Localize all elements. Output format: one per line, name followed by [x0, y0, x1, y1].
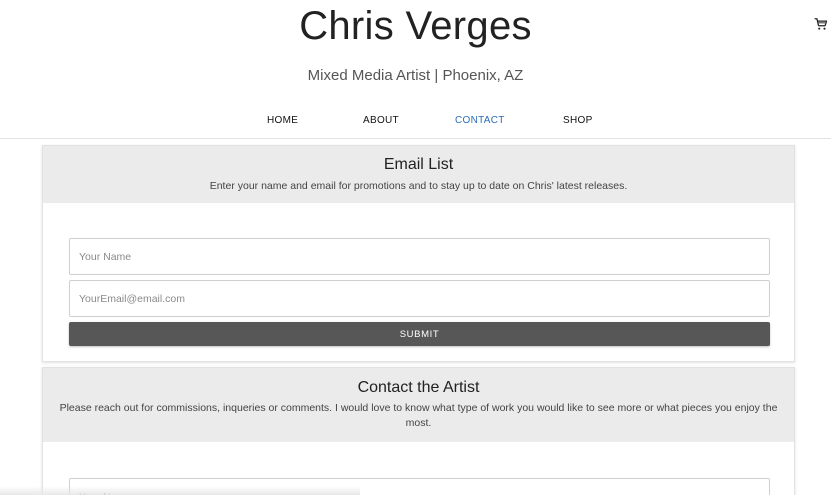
email-list-title: Email List — [383, 156, 454, 173]
nav-shop[interactable]: SHOP — [563, 115, 593, 126]
submit-button[interactable]: SUBMIT — [69, 322, 770, 346]
site-title[interactable]: Chris Verges — [0, 4, 831, 49]
email-input[interactable] — [69, 280, 770, 317]
nav-contact[interactable]: CONTACT — [455, 115, 505, 126]
contact-description: Please reach out for commissions, inquer… — [59, 402, 778, 429]
name-input[interactable] — [69, 238, 770, 275]
main-nav: HOME ABOUT CONTACT SHOP — [0, 115, 831, 129]
nav-about[interactable]: ABOUT — [363, 115, 399, 126]
email-list-header: Email List Enter your name and email for… — [43, 146, 794, 203]
contact-card: Contact the Artist Please reach out for … — [42, 367, 795, 495]
site-header: Chris Verges Mixed Media Artist | Phoeni… — [0, 0, 831, 139]
contact-header: Contact the Artist Please reach out for … — [43, 368, 794, 442]
cart-icon[interactable] — [814, 17, 828, 31]
contact-title: Contact the Artist — [357, 379, 480, 396]
nav-home[interactable]: HOME — [267, 115, 298, 126]
email-list-card: Email List Enter your name and email for… — [42, 145, 795, 362]
email-list-description: Enter your name and email for promotions… — [209, 180, 628, 192]
bottom-shadow — [0, 486, 360, 495]
site-subtitle: Mixed Media Artist | Phoenix, AZ — [307, 67, 524, 84]
